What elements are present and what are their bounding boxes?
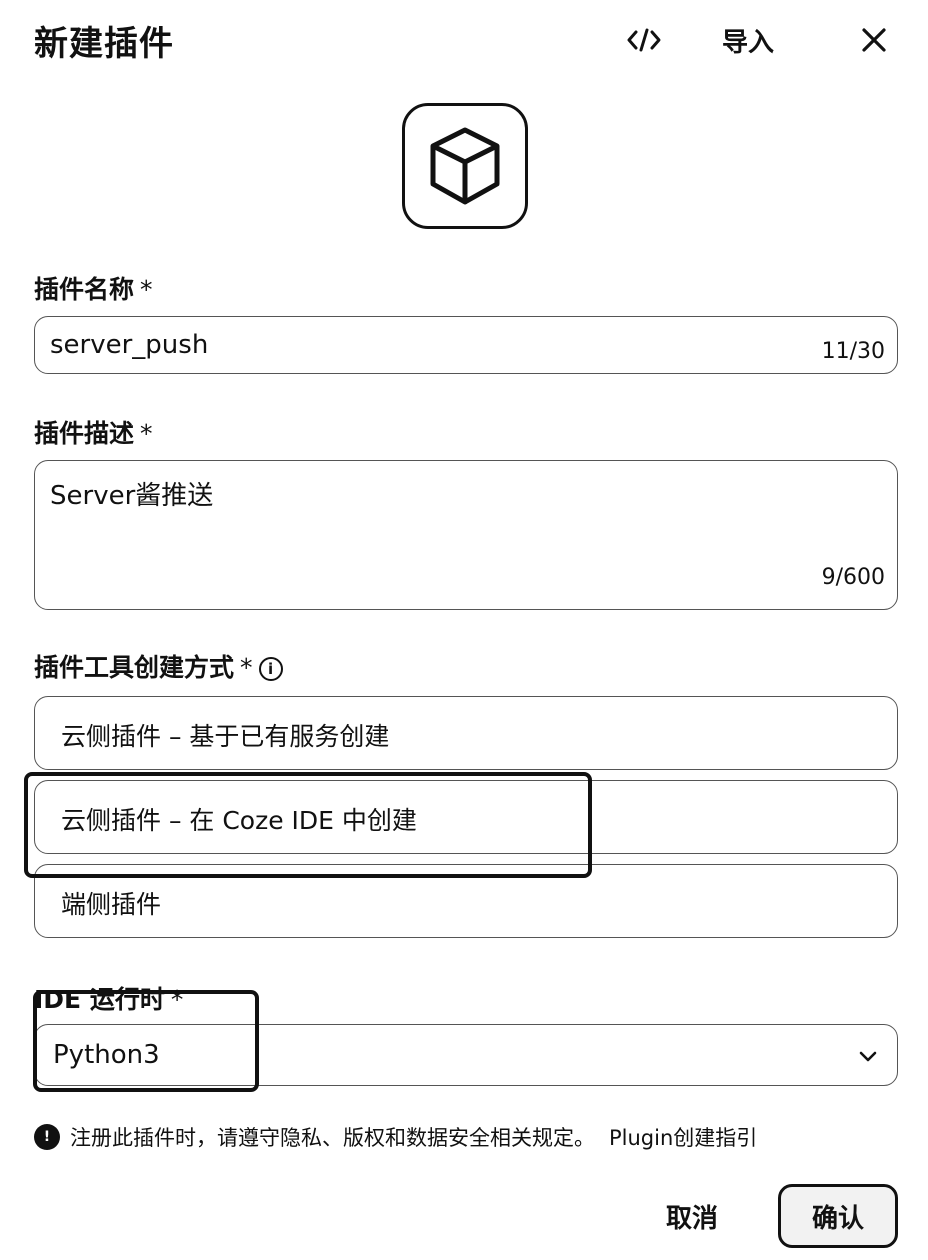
code-icon (627, 28, 661, 52)
warning-icon: ! (34, 1124, 60, 1150)
dialog-title: 新建插件 (34, 24, 174, 64)
plugin-name-input[interactable]: server_push 11/30 (34, 316, 898, 374)
option-cloud-coze-ide[interactable]: 云侧插件 – 在 Coze IDE 中创建 (34, 780, 898, 854)
plugin-desc-textarea[interactable]: Server酱推送 9/600 (34, 460, 898, 610)
import-button[interactable]: 导入 (722, 22, 774, 59)
plugin-desc-counter: 9/600 (821, 565, 885, 590)
info-icon[interactable]: i (258, 657, 283, 681)
plugin-guide-link[interactable]: Plugin创建指引 (609, 1122, 757, 1152)
cancel-button[interactable]: 取消 (666, 1198, 718, 1235)
compliance-notice: ! 注册此插件时，请遵守隐私、版权和数据安全相关规定。 Plugin创建指引 (34, 1122, 757, 1152)
option-cloud-existing-service[interactable]: 云侧插件 – 基于已有服务创建 (34, 696, 898, 770)
close-button[interactable] (854, 20, 894, 60)
plugin-desc-label: 插件描述 * (34, 419, 153, 448)
create-plugin-dialog: 新建插件 导入 插件名称* server_push 11/30 插件描述* (0, 0, 928, 1260)
ide-runtime-label: IDE 运行时 * (34, 985, 184, 1014)
creation-method-label: 插件工具创建方式 * i (34, 648, 283, 684)
close-icon (862, 28, 886, 52)
plugin-name-label: 插件名称 * (34, 275, 153, 304)
ide-runtime-value: Python3 (53, 1040, 160, 1070)
plugin-name-counter: 11/30 (821, 339, 885, 364)
chevron-down-icon (859, 1051, 877, 1062)
code-view-button[interactable] (622, 22, 666, 58)
notice-text: 注册此插件时，请遵守隐私、版权和数据安全相关规定。 (70, 1126, 595, 1150)
plugin-desc-value: Server酱推送 (50, 481, 214, 511)
option-device-plugin[interactable]: 端侧插件 (34, 864, 898, 938)
plugin-name-value: server_push (50, 330, 209, 360)
plugin-avatar[interactable] (402, 103, 528, 229)
cube-icon (430, 127, 500, 205)
confirm-button[interactable]: 确认 (778, 1184, 898, 1248)
ide-runtime-select[interactable]: Python3 (34, 1024, 898, 1086)
